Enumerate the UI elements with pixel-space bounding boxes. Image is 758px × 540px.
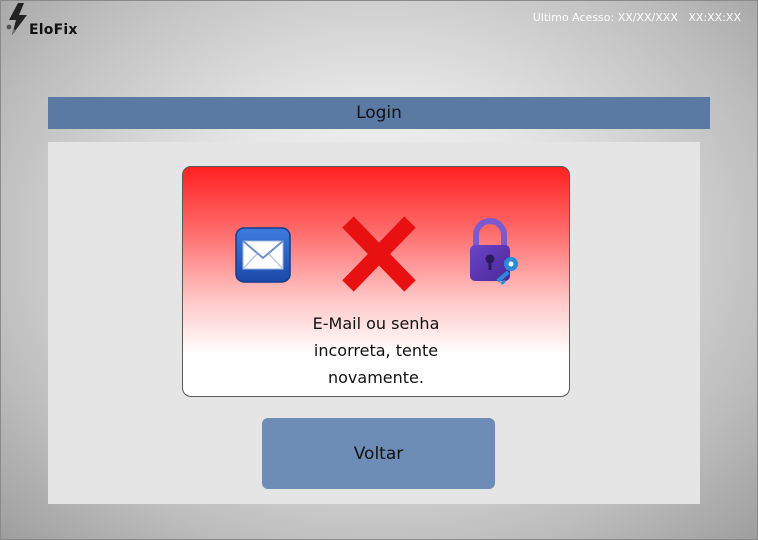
error-dialog: E-Mail ou senha incorreta, tente novamen… — [182, 166, 570, 397]
login-header-bar: Login — [48, 97, 710, 129]
error-x-icon — [342, 216, 416, 292]
app-logo: EloFix — [5, 3, 85, 39]
lightning-bolt-icon — [6, 3, 27, 35]
back-button[interactable]: Voltar — [262, 418, 495, 489]
mail-icon — [235, 227, 291, 283]
back-button-label: Voltar — [353, 443, 404, 464]
lock-with-key-icon — [470, 218, 518, 286]
login-title: Login — [356, 103, 402, 123]
brand-name: EloFix — [29, 22, 78, 38]
error-message: E-Mail ou senha incorreta, tente novamen… — [312, 314, 440, 387]
last-access-text: Ultimo Acesso: XX/XX/XXX XX:XX:XX — [532, 11, 741, 24]
